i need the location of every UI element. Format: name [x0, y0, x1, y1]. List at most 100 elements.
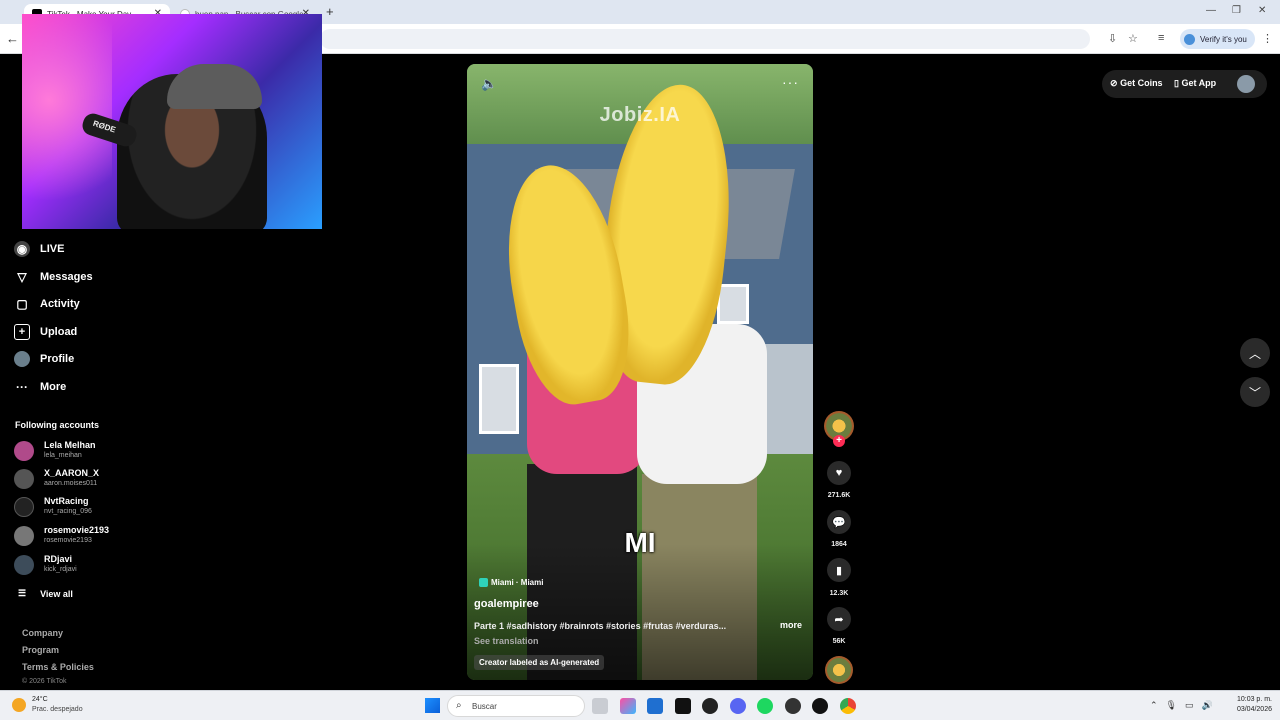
back-icon[interactable]: ← — [6, 31, 19, 46]
account-handle: lela_meihan — [44, 452, 82, 459]
music-disc-icon[interactable] — [825, 656, 853, 684]
following-account-item[interactable]: NvtRacing nvt_racing_096 — [14, 495, 134, 519]
volume-icon[interactable]: 🔈 — [481, 76, 497, 92]
following-account-item[interactable]: rosemovie2193 rosemovie2193 — [14, 524, 134, 548]
activity-icon: ▢ — [16, 297, 28, 311]
system-tray-icons[interactable]: ⌃🎙▭🔊 — [1150, 700, 1221, 711]
weather-description: Prac. despejado — [32, 706, 83, 713]
get-coins-button[interactable]: ⊘ Get Coins — [1110, 78, 1163, 89]
footer-link-company[interactable]: Company — [22, 628, 63, 638]
verify-label: Verify it's you — [1200, 34, 1247, 44]
search-icon: ⌕ — [456, 700, 462, 711]
minimize-icon[interactable]: — — [1206, 5, 1216, 16]
weather-temperature[interactable]: 24°C — [32, 696, 48, 703]
sidebar: ◉ LIVE ▽ Messages ▢ Activity + Upload Pr… — [0, 230, 140, 690]
account-handle: nvt_racing_096 — [44, 508, 92, 515]
sidebar-item-profile[interactable]: Profile — [14, 349, 74, 369]
footer-link-program[interactable]: Program — [22, 645, 59, 655]
coin-icon: ⊘ — [1110, 78, 1118, 88]
comment-button[interactable]: 💬 — [827, 510, 851, 534]
see-translation-link[interactable]: See translation — [474, 636, 539, 646]
account-name: rosemovie2193 — [44, 525, 110, 535]
windows-taskbar: 24°C Prac. despejado ⌕ Buscar ⌃🎙▭🔊 10:03… — [0, 690, 1280, 720]
following-account-item[interactable]: RDjavi kick_rdjavi — [14, 553, 134, 577]
share-count: 56K — [832, 638, 846, 645]
sidebar-item-upload[interactable]: + Upload — [14, 322, 77, 342]
install-icon[interactable]: ⇩ — [1108, 32, 1117, 45]
comment-count: 1864 — [831, 541, 847, 548]
video-caption: MI — [624, 527, 656, 558]
account-handle: rosemovie2193 — [44, 537, 92, 544]
obs-icon[interactable] — [702, 698, 718, 714]
browser-menu-icon[interactable]: ⋮ — [1262, 32, 1273, 45]
save-button[interactable]: ▮ — [827, 558, 851, 582]
following-account-item[interactable]: Lela Melhan lela_meihan — [14, 439, 134, 463]
previous-video-button[interactable]: ︿ — [1240, 338, 1270, 368]
comment-icon: 💬 — [832, 516, 846, 529]
header-actions: ⊘ Get Coins ▯ Get App — [1102, 70, 1267, 98]
next-video-button[interactable]: ﹀ — [1240, 377, 1270, 407]
sidebar-item-more[interactable]: ··· More — [14, 377, 66, 397]
sidebar-item-label: Upload — [40, 326, 78, 338]
store-icon[interactable] — [647, 698, 663, 714]
capcut-icon[interactable] — [812, 698, 828, 714]
chrome-icon[interactable] — [840, 698, 856, 714]
get-coins-label: Get Coins — [1120, 78, 1163, 88]
clock-date[interactable]: 03/04/2026 — [1226, 706, 1272, 713]
media-controls-icon[interactable]: ≡ — [1158, 32, 1164, 44]
video-description: Parte 1 #sadhistory #brainrots #stories … — [474, 621, 727, 631]
windows-start-icon[interactable] — [425, 698, 440, 713]
terminal-icon[interactable] — [675, 698, 691, 714]
sidebar-item-activity[interactable]: ▢ Activity — [14, 294, 79, 314]
sidebar-item-live[interactable]: ◉ LIVE — [14, 239, 64, 259]
spotify-icon[interactable] — [757, 698, 773, 714]
more-icon: ··· — [16, 380, 28, 394]
messages-icon: ▽ — [17, 270, 27, 284]
avatar — [14, 555, 34, 575]
discord-icon[interactable] — [730, 698, 746, 714]
video-player[interactable]: 🔈 ··· Jobiz.IA MI Miami · Miami goalempi… — [467, 64, 813, 680]
file-explorer-icon[interactable] — [592, 698, 608, 714]
clock-time[interactable]: 10:03 p. m. — [1226, 696, 1272, 703]
get-app-button[interactable]: ▯ Get App — [1174, 78, 1216, 89]
more-button[interactable]: more — [780, 620, 802, 630]
account-handle: kick_rdjavi — [44, 566, 77, 573]
like-count: 271.6K — [827, 492, 851, 499]
verify-button[interactable]: Verify it's you — [1180, 29, 1255, 49]
follow-plus-icon[interactable]: + — [833, 435, 845, 447]
sidebar-item-label: LIVE — [40, 243, 65, 255]
weather-sun-icon[interactable] — [12, 698, 26, 712]
account-name: NvtRacing — [44, 496, 89, 506]
avatar — [14, 526, 34, 546]
get-app-label: Get App — [1181, 78, 1217, 88]
url-input[interactable] — [320, 29, 1090, 49]
avatar — [14, 469, 34, 489]
following-account-item[interactable]: X_AARON_X aaron.moises011 — [14, 467, 134, 491]
share-icon: ➦ — [834, 613, 844, 626]
view-all-button[interactable]: ☰ View all — [18, 588, 73, 599]
sidebar-item-label: Profile — [40, 353, 75, 365]
taskbar-search-input[interactable]: ⌕ Buscar — [447, 695, 585, 717]
sidebar-item-label: Messages — [40, 271, 93, 283]
like-button[interactable]: ♥ — [827, 461, 851, 485]
phone-icon: ▯ — [1174, 78, 1179, 88]
share-button[interactable]: ➦ — [827, 607, 851, 631]
copilot-icon[interactable] — [620, 698, 636, 714]
footer-link-terms[interactable]: Terms & Policies — [22, 662, 94, 672]
close-window-icon[interactable]: ✕ — [1258, 5, 1266, 16]
video-author[interactable]: goalempiree — [474, 598, 539, 610]
new-tab-icon[interactable]: + — [326, 4, 334, 19]
copyright: © 2026 TikTok — [22, 678, 67, 685]
sidebar-item-messages[interactable]: ▽ Messages — [14, 267, 93, 287]
avatar — [14, 441, 34, 461]
location-tag[interactable]: Miami · Miami — [479, 578, 543, 587]
webcam-overlay: RØDE — [22, 14, 322, 229]
maximize-icon[interactable]: ❐ — [1232, 5, 1241, 16]
video-watermark: Jobiz.IA — [599, 104, 681, 126]
account-name: X_AARON_X — [44, 468, 100, 478]
bookmark-star-icon[interactable]: ☆ — [1128, 32, 1138, 45]
avatar[interactable] — [1237, 75, 1255, 93]
heart-icon: ♥ — [835, 467, 843, 479]
more-options-icon[interactable]: ··· — [782, 74, 799, 90]
app-icon[interactable] — [785, 698, 801, 714]
